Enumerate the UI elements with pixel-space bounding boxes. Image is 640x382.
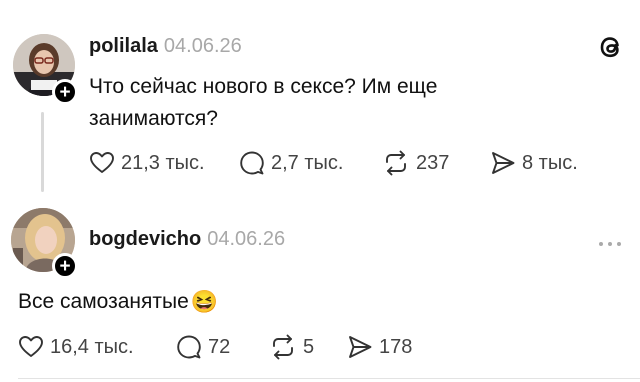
share-count: 8 тыс. [522, 151, 578, 174]
post-text: Все самозанятые 😆 [18, 286, 218, 318]
post-date: 04.06.26 [163, 35, 242, 57]
heart-icon [19, 336, 43, 357]
like-count: 21,3 тыс. [121, 151, 205, 174]
reply-count: 2,7 тыс. [271, 151, 344, 174]
like-count: 16,4 тыс. [50, 335, 134, 358]
reply-button[interactable]: 72 [176, 334, 269, 360]
send-arrow-icon [349, 336, 372, 358]
reply-button[interactable]: 2,7 тыс. [239, 150, 382, 176]
repost-count: 5 [303, 335, 315, 358]
heart-icon [90, 152, 114, 173]
repost-button[interactable]: 237 [382, 150, 490, 176]
like-button[interactable]: 16,4 тыс. [18, 334, 176, 360]
author-name[interactable]: polilala [89, 35, 158, 57]
more-dots-icon[interactable] [597, 235, 623, 246]
follow-plus-icon[interactable]: + [52, 79, 78, 105]
share-button[interactable]: 8 тыс. [490, 150, 578, 176]
thread-connector-line [41, 112, 44, 192]
repost-button[interactable]: 5 [269, 334, 347, 360]
share-button[interactable]: 178 [347, 334, 412, 360]
like-button[interactable]: 21,3 тыс. [89, 150, 239, 176]
post-header: polilala 04.06.26 [89, 35, 242, 58]
repost-arrows-icon [386, 150, 406, 176]
threads-logo-icon[interactable] [596, 32, 626, 62]
post-actions: 16,4 тыс. 72 5 178 [18, 334, 412, 360]
post-actions: 21,3 тыс. 2,7 тыс. 237 8 тыс. [89, 150, 578, 176]
author-name[interactable]: bogdevicho [89, 228, 201, 250]
follow-plus-icon[interactable]: + [52, 253, 78, 279]
repost-arrows-icon [273, 334, 293, 360]
share-count: 178 [379, 335, 413, 358]
reply-count: 72 [208, 335, 231, 358]
bottom-divider [18, 378, 640, 379]
comment-bubble-icon [177, 335, 201, 359]
send-arrow-icon [492, 152, 515, 174]
post-text: Что сейчас нового в сексе? Им еще занима… [89, 75, 438, 130]
comment-bubble-icon [240, 151, 264, 175]
post-header: bogdevicho 04.06.26 [89, 228, 285, 251]
repost-count: 237 [416, 151, 450, 174]
grinning-squint-emoji: 😆 [190, 289, 219, 314]
post-date: 04.06.26 [207, 228, 286, 250]
post-text-content: Все самозанятые [18, 290, 189, 313]
